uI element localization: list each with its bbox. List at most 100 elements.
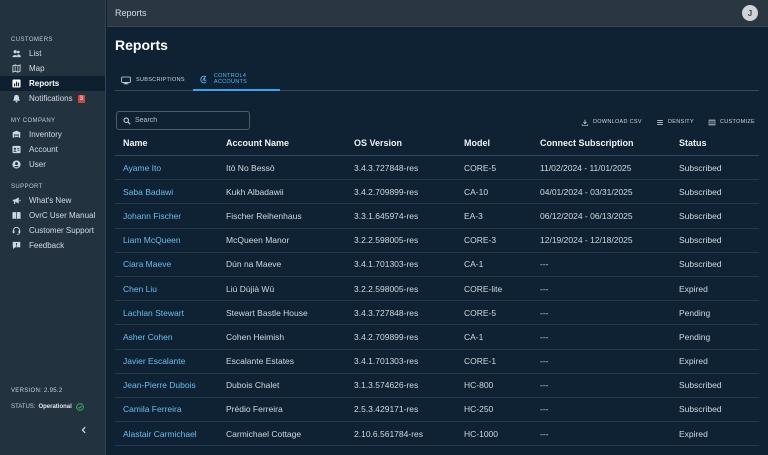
density-button[interactable]: DENSITY — [656, 117, 694, 127]
sidebar-item-label: Customer Support — [29, 226, 94, 235]
cell-name[interactable]: Jean-Pierre Dubois — [115, 380, 226, 390]
column-header-status[interactable]: Status — [679, 138, 759, 148]
top-bar: Reports J — [107, 0, 768, 27]
cell-connect-subscription: --- — [540, 380, 549, 391]
cell-connect-subscription: --- — [540, 307, 549, 318]
cell-name[interactable]: Johann Fischer — [115, 211, 226, 221]
download-csv-button[interactable]: DOWNLOAD CSV — [581, 117, 642, 127]
cell-name[interactable]: Alastair Carmichael — [115, 429, 226, 439]
cell-account-name: Carmichael Cottage — [226, 428, 302, 439]
sidebar-item-list[interactable]: List — [0, 46, 105, 61]
tab-subscriptions[interactable]: SUBSCRIPTIONS — [121, 69, 185, 91]
cell-status: Subscribed — [679, 235, 722, 246]
cell-account-name: McQueen Manor — [226, 235, 290, 246]
column-header-name[interactable]: Name — [115, 138, 226, 148]
cell-connect-subscription: --- — [540, 356, 549, 367]
table-row: Alastair Carmichael Carmichael Cottage 2… — [115, 422, 759, 447]
cell-model: CORE-5 — [464, 162, 497, 173]
cell-os-version: 3.4.3.727848-res — [354, 307, 419, 318]
cell-status: Pending — [679, 307, 711, 318]
table-row: Liam McQueen McQueen Manor 3.2.2.598005-… — [115, 229, 759, 253]
table-row: Saba Badawi Kukh Albadawii 3.4.2.709899-… — [115, 180, 759, 205]
columns-icon — [708, 119, 716, 125]
page-title: Reports — [115, 37, 168, 53]
bell-icon — [12, 94, 21, 103]
cell-name[interactable]: Liam McQueen — [115, 235, 226, 245]
sidebar-item-label: Notifications — [29, 94, 73, 103]
cell-name[interactable]: Javier Escalante — [115, 356, 226, 366]
sidebar-item-label: List — [29, 49, 42, 58]
search-icon — [123, 116, 131, 125]
sidebar-item-map[interactable]: Map — [0, 61, 105, 76]
tab-control4-accounts[interactable]: CONTROL4 ACCOUNTS — [193, 69, 280, 91]
cell-status: Subscribed — [679, 186, 722, 197]
cell-name[interactable]: Chen Liu — [115, 284, 226, 294]
cell-model: EA-3 — [464, 210, 483, 221]
cell-name[interactable]: Camila Ferreira — [115, 404, 226, 414]
sidebar-item-label: Account — [29, 145, 58, 154]
action-label: DOWNLOAD CSV — [593, 119, 642, 125]
cell-os-version: 3.4.3.727848-res — [354, 162, 419, 173]
cell-connect-subscription: 06/12/2024 - 06/13/2025 — [540, 210, 633, 221]
cell-status: Subscribed — [679, 210, 722, 221]
cell-model: HC-1000 — [464, 428, 499, 439]
column-header-account-name[interactable]: Account Name — [226, 138, 354, 148]
sidebar-section-support: SUPPORT What's New OvrC User Manual Cust… — [0, 184, 105, 253]
table-row: Jean-Pierre Dubois Dubois Chalet 3.1.3.5… — [115, 374, 759, 398]
table-row: Johann Fischer Fischer Reihenhaus 3.3.1.… — [115, 204, 759, 229]
download-icon — [581, 119, 589, 126]
column-header-os-version[interactable]: OS Version — [354, 138, 464, 148]
cell-name[interactable]: Lachlan Stewart — [115, 308, 226, 318]
cell-name[interactable]: Asher Cohen — [115, 332, 226, 342]
main-content: Reports SUBSCRIPTIONS CONTROL4 ACCOUNTS … — [107, 28, 768, 455]
table-row: Camila Ferreira Prédio Ferreira 2.5.3.42… — [115, 398, 759, 423]
sidebar-item-notifications[interactable]: Notifications 3 — [0, 91, 105, 106]
cell-name[interactable]: Ayame Ito — [115, 163, 226, 173]
cell-status: Expired — [679, 283, 708, 294]
sidebar-item-whats-new[interactable]: What's New — [0, 193, 105, 208]
cell-name[interactable]: Ciara Maeve — [115, 259, 226, 269]
density-icon — [657, 119, 663, 125]
cell-os-version: 3.2.2.598005-res — [354, 235, 419, 246]
table-row: Ciara Maeve Dún na Maeve 3.4.1.701303-re… — [115, 253, 759, 277]
sidebar-item-user-manual[interactable]: OvrC User Manual — [0, 208, 105, 223]
cell-account-name: Liú Dùjià Wū — [226, 283, 275, 294]
collapse-sidebar-button[interactable] — [79, 425, 89, 435]
sidebar-item-reports[interactable]: Reports — [0, 76, 105, 91]
cell-name[interactable]: Saba Badawi — [115, 187, 226, 197]
cell-model: CORE-5 — [464, 307, 497, 318]
tab-label: CONTROL4 ACCOUNTS — [213, 73, 248, 85]
table-row: Chen Liu Liú Dùjià Wū 3.2.2.598005-res C… — [115, 277, 759, 302]
cell-os-version: 3.2.2.598005-res — [354, 283, 419, 294]
avatar[interactable]: J — [742, 5, 758, 21]
tab-bar: SUBSCRIPTIONS CONTROL4 ACCOUNTS — [115, 69, 759, 91]
customize-button[interactable]: CUSTOMIZE — [708, 117, 755, 127]
cell-os-version: 3.4.2.709899-res — [354, 331, 419, 342]
reports-icon — [12, 79, 21, 88]
cell-model: CORE-1 — [464, 356, 497, 367]
sidebar-item-customer-support[interactable]: Customer Support — [0, 223, 105, 238]
cell-model: HC-250 — [464, 404, 494, 415]
cell-status: Subscribed — [679, 404, 722, 415]
book-icon — [12, 211, 21, 220]
cell-connect-subscription: --- — [540, 331, 549, 342]
feedback-icon — [12, 241, 21, 250]
sidebar-section-customers: CUSTOMERS List Map Reports Notifications… — [0, 37, 105, 106]
cell-account-name: Escalante Estates — [226, 356, 295, 367]
search-input[interactable] — [135, 117, 245, 124]
sidebar-item-feedback[interactable]: Feedback — [0, 238, 105, 253]
column-header-model[interactable]: Model — [464, 138, 540, 148]
table-row: Asher Cohen Cohen Heimish 3.4.2.709899-r… — [115, 325, 759, 350]
sidebar-item-user[interactable]: User — [0, 157, 105, 172]
sidebar-item-inventory[interactable]: Inventory — [0, 127, 105, 142]
action-label: CUSTOMIZE — [720, 119, 755, 125]
cell-model: HC-800 — [464, 380, 494, 391]
cell-model: CA-10 — [464, 186, 489, 197]
search-box[interactable] — [116, 111, 250, 130]
cell-account-name: Cohen Heimish — [226, 331, 285, 342]
column-header-connect-subscription[interactable]: Connect Subscription — [540, 138, 679, 148]
sidebar-item-account[interactable]: Account — [0, 142, 105, 157]
account-icon — [12, 145, 21, 154]
cell-os-version: 3.4.1.701303-res — [354, 356, 419, 367]
cell-os-version: 3.4.2.709899-res — [354, 186, 419, 197]
